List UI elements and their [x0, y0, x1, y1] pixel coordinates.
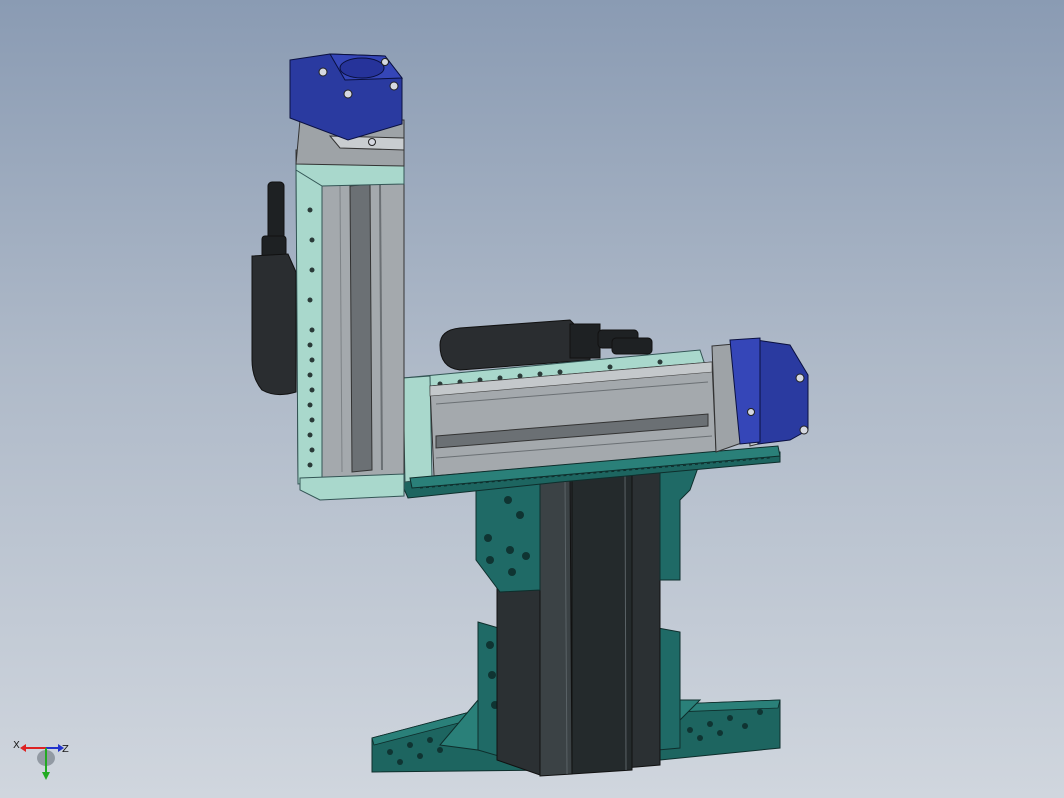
z-axis-label: Z: [62, 744, 69, 755]
x-axis-motor[interactable]: [729, 337, 809, 445]
z-axis-actuator[interactable]: [251, 119, 405, 501]
cad-model[interactable]: [0, 0, 1064, 798]
coordinate-axes-icon: X Z Y: [13, 740, 69, 780]
cad-viewport[interactable]: X Z Y: [0, 0, 1064, 798]
upper-gusset-left[interactable]: [475, 475, 541, 593]
x-axis-label: X: [13, 740, 20, 751]
z-cable-housing[interactable]: [251, 181, 297, 396]
upper-gusset-right[interactable]: [659, 461, 701, 581]
